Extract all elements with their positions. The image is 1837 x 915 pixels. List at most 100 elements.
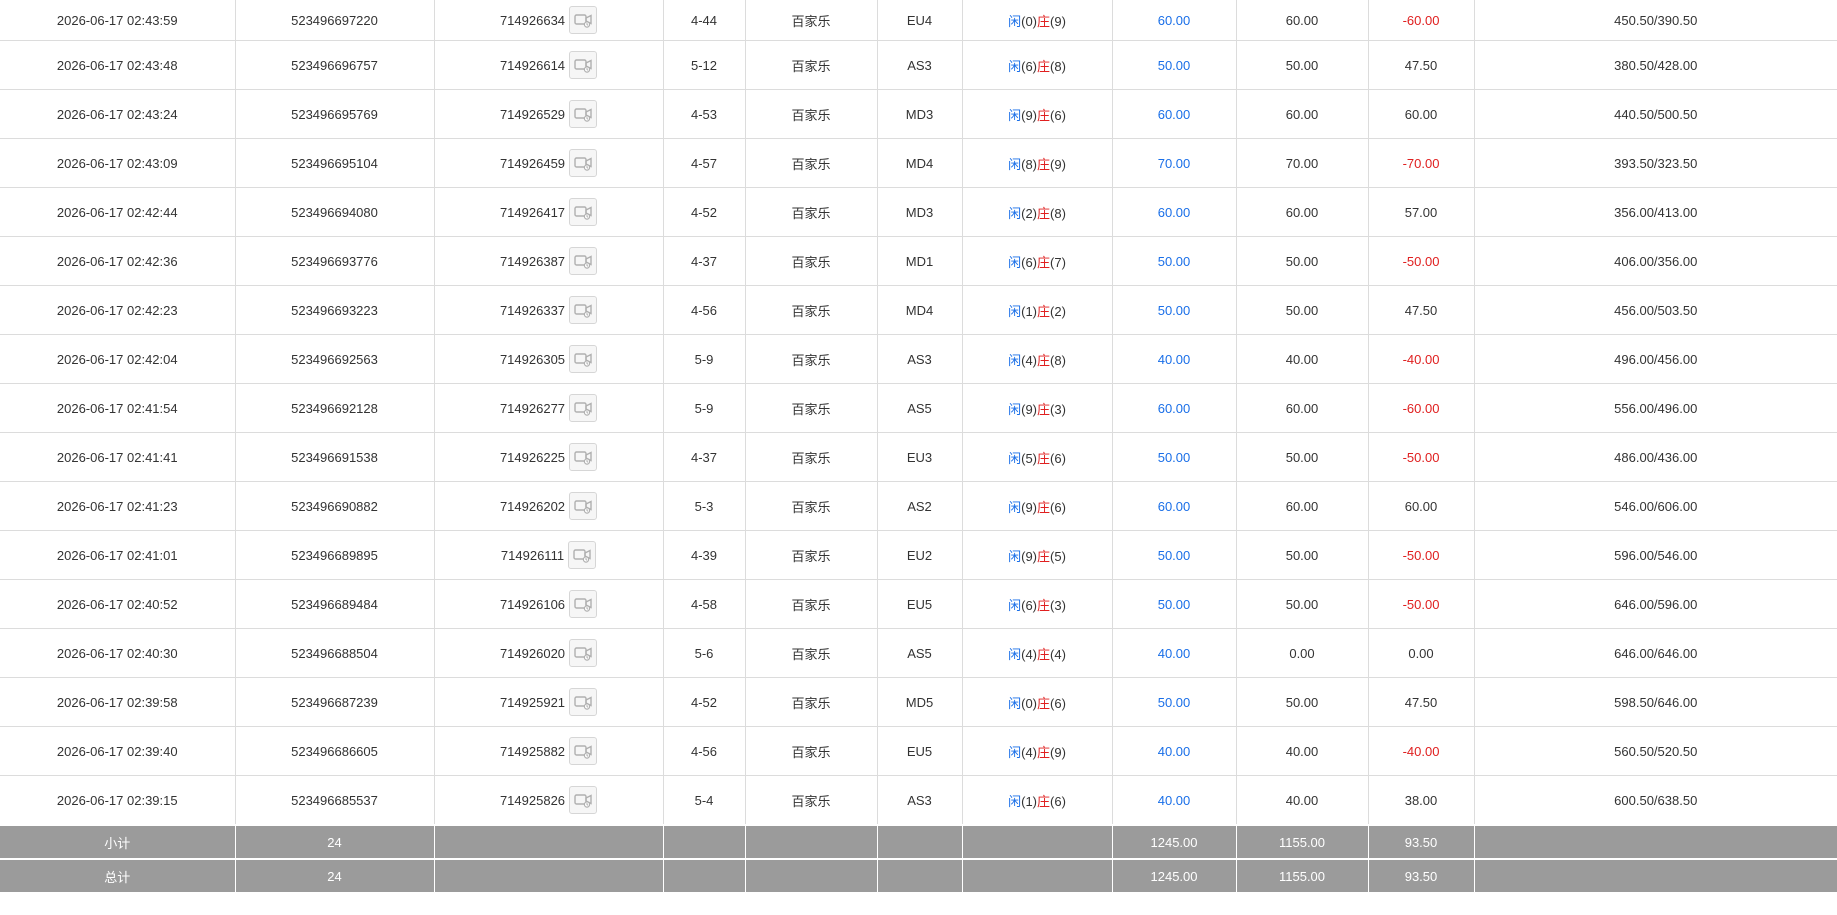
- total-empty-cell: [1473, 858, 1837, 893]
- banker-score: (9): [1050, 13, 1066, 29]
- subtotal-row: 小计 24 1245.00 1155.00 93.50: [0, 824, 1837, 860]
- valid-bet: 60.00: [1235, 0, 1369, 41]
- valid-bet: 50.00: [1235, 530, 1369, 580]
- video-replay-icon[interactable]: [569, 149, 598, 177]
- round-id: 714925826: [499, 792, 566, 808]
- win-loss: -50.00: [1367, 236, 1475, 286]
- banker-score: (8): [1050, 58, 1066, 74]
- bet-amount: 50.00: [1111, 432, 1237, 482]
- banker-label: 庄: [1037, 695, 1051, 711]
- bet-time: 2026-06-17 02:42:36: [0, 236, 236, 286]
- video-replay-icon[interactable]: [569, 296, 598, 324]
- video-replay-icon[interactable]: [569, 590, 598, 618]
- video-replay-icon[interactable]: [569, 247, 598, 275]
- win-loss: -70.00: [1367, 138, 1475, 188]
- table-code: AS2: [876, 481, 963, 531]
- player-label: 闲: [1008, 58, 1022, 74]
- table-code: MD3: [876, 89, 963, 139]
- win-loss: -50.00: [1367, 432, 1475, 482]
- video-replay-icon[interactable]: [569, 345, 598, 373]
- round-id-cell: 714926277: [433, 383, 664, 433]
- balance-change: 496.00/456.00: [1473, 334, 1837, 384]
- order-id: 523496689484: [234, 579, 435, 629]
- game-type: 百家乐: [744, 285, 878, 335]
- subtotal-empty-cell: [433, 824, 664, 860]
- table-row: 2026-06-17 02:41:54 523496692128 714926277…: [0, 383, 1837, 433]
- round-id-cell: 714926020: [433, 628, 664, 678]
- banker-score: (3): [1050, 597, 1066, 613]
- round-id-cell: 714925921: [433, 677, 664, 727]
- bet-records-table: 2026-06-17 02:43:59 523496697220 714926634…: [0, 0, 1837, 893]
- video-replay-icon[interactable]: [569, 443, 598, 471]
- subtotal-empty-cell: [961, 824, 1113, 860]
- bet-time: 2026-06-17 02:40:52: [0, 579, 236, 629]
- video-replay-icon[interactable]: [569, 688, 598, 716]
- total-row: 总计 24 1245.00 1155.00 93.50: [0, 858, 1837, 893]
- player-label: 闲: [1008, 548, 1022, 564]
- balance-change: 646.00/646.00: [1473, 628, 1837, 678]
- round-id: 714926277: [499, 400, 566, 416]
- banker-score: (9): [1050, 744, 1066, 760]
- subtotal-bet: 1245.00: [1111, 824, 1237, 860]
- shoe-number: 4-52: [662, 187, 746, 237]
- bet-amount: 40.00: [1111, 334, 1237, 384]
- player-score: (0): [1021, 695, 1037, 711]
- video-replay-icon[interactable]: [569, 198, 598, 226]
- result-cell: 闲(9)庄(5): [961, 530, 1113, 580]
- round-id-cell: 714926614: [433, 40, 664, 90]
- player-label: 闲: [1008, 352, 1022, 368]
- bet-amount: 50.00: [1111, 579, 1237, 629]
- shoe-number: 4-56: [662, 285, 746, 335]
- banker-score: (6): [1050, 107, 1066, 123]
- video-replay-icon[interactable]: [569, 6, 598, 34]
- balance-change: 380.50/428.00: [1473, 40, 1837, 90]
- banker-score: (4): [1050, 646, 1066, 662]
- round-id: 714926225: [499, 449, 566, 465]
- balance-change: 406.00/356.00: [1473, 236, 1837, 286]
- subtotal-count: 24: [234, 824, 435, 860]
- banker-score: (5): [1050, 548, 1066, 564]
- table-code: AS3: [876, 334, 963, 384]
- shoe-number: 4-39: [662, 530, 746, 580]
- result-cell: 闲(9)庄(3): [961, 383, 1113, 433]
- order-id: 523496697220: [234, 0, 435, 41]
- order-id: 523496689895: [234, 530, 435, 580]
- video-replay-icon[interactable]: [569, 394, 598, 422]
- shoe-number: 4-37: [662, 236, 746, 286]
- win-loss: -50.00: [1367, 579, 1475, 629]
- video-replay-icon[interactable]: [568, 541, 597, 569]
- table-row: 2026-06-17 02:43:09 523496695104 714926459…: [0, 138, 1837, 188]
- player-label: 闲: [1008, 646, 1022, 662]
- bet-time: 2026-06-17 02:43:59: [0, 0, 236, 41]
- table-code: MD5: [876, 677, 963, 727]
- video-replay-icon[interactable]: [569, 100, 598, 128]
- win-loss: 47.50: [1367, 285, 1475, 335]
- win-loss: 57.00: [1367, 187, 1475, 237]
- table-row: 2026-06-17 02:43:24 523496695769 714926529…: [0, 89, 1837, 139]
- video-replay-icon[interactable]: [569, 51, 598, 79]
- round-id: 714926634: [499, 12, 566, 28]
- player-label: 闲: [1008, 744, 1022, 760]
- banker-label: 庄: [1037, 254, 1051, 270]
- table-code: EU5: [876, 579, 963, 629]
- video-replay-icon[interactable]: [569, 737, 598, 765]
- round-id-cell: 714926634: [433, 0, 664, 41]
- video-replay-icon[interactable]: [569, 786, 598, 814]
- round-id: 714926106: [499, 596, 566, 612]
- bet-amount: 60.00: [1111, 0, 1237, 41]
- shoe-number: 5-3: [662, 481, 746, 531]
- bet-amount: 60.00: [1111, 89, 1237, 139]
- banker-score: (9): [1050, 156, 1066, 172]
- balance-change: 556.00/496.00: [1473, 383, 1837, 433]
- valid-bet: 50.00: [1235, 40, 1369, 90]
- video-replay-icon[interactable]: [569, 639, 598, 667]
- total-count: 24: [234, 858, 435, 893]
- player-label: 闲: [1008, 205, 1022, 221]
- balance-change: 596.00/546.00: [1473, 530, 1837, 580]
- game-type: 百家乐: [744, 775, 878, 826]
- game-type: 百家乐: [744, 432, 878, 482]
- win-loss: -60.00: [1367, 0, 1475, 41]
- banker-label: 庄: [1037, 646, 1051, 662]
- video-replay-icon[interactable]: [569, 492, 598, 520]
- player-label: 闲: [1008, 107, 1022, 123]
